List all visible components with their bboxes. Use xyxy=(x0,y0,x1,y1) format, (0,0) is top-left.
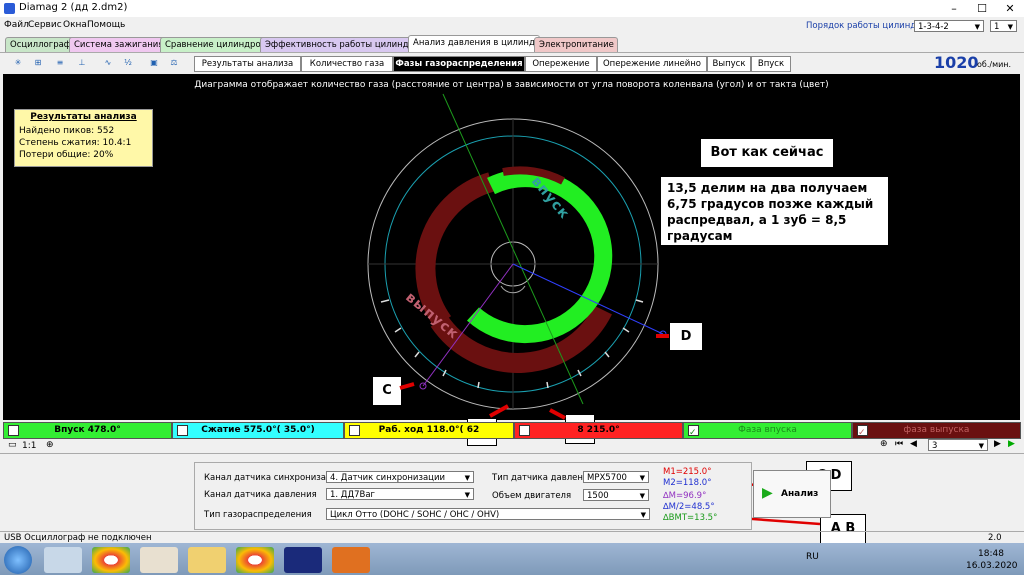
chevron-down-icon: ▼ xyxy=(639,492,645,500)
pressure-channel-label: Канал датчика давления xyxy=(204,490,317,500)
play-icon[interactable]: ▶ xyxy=(1008,439,1015,449)
engine-volume-label: Объем двигателя xyxy=(492,491,572,501)
marker-delta-tdc: ∆ВМТ=13.5° xyxy=(663,513,718,523)
timing-type-label: Тип газораспределения xyxy=(204,510,312,520)
status-version: 2.0 xyxy=(988,533,1002,543)
scale-icon[interactable]: ▭ xyxy=(8,440,17,450)
diamag-icon[interactable] xyxy=(284,547,322,573)
calculator-icon[interactable] xyxy=(44,547,82,573)
splitter[interactable] xyxy=(0,453,1024,458)
sync-channel-select[interactable]: 4. Датчик синхронизации ▼ xyxy=(326,471,474,483)
marker-delta-m: ∆M=96.9° xyxy=(663,491,707,501)
phase-exhaust[interactable]: 8 215.0° xyxy=(514,422,683,439)
start-button[interactable] xyxy=(4,546,32,574)
chrome-icon[interactable] xyxy=(92,547,130,573)
analyze-button[interactable]: ▶ Анализ xyxy=(753,470,831,518)
phase-exhaust-valve[interactable]: ✓ фаза выпуска xyxy=(852,422,1021,439)
arrow-c xyxy=(399,382,415,390)
chevron-down-icon: ▼ xyxy=(464,474,470,482)
chevron-down-icon: ▼ xyxy=(978,442,984,450)
sync-channel-label: Канал датчика синхронизации xyxy=(204,473,343,483)
pressure-channel-select[interactable]: 1. ДД7Ваг ▼ xyxy=(326,488,474,500)
marker-m1: M1=215.0° xyxy=(663,467,712,477)
chevron-down-icon: ▼ xyxy=(640,511,646,519)
first-page-icon[interactable]: ⏮ xyxy=(895,439,903,449)
phase-intake-valve[interactable]: ✓ Фаза впуска xyxy=(683,422,852,439)
zoom-icon[interactable]: ⊕ xyxy=(46,440,54,450)
next-page-icon[interactable]: ▶ xyxy=(994,439,1001,449)
chrome-icon-2[interactable] xyxy=(236,547,274,573)
prev-page-icon[interactable]: ◀ xyxy=(910,439,917,449)
play-icon: ▶ xyxy=(762,485,773,501)
analyze-label: Анализ xyxy=(781,489,819,499)
language-indicator[interactable]: RU xyxy=(806,552,819,562)
scale-value: 1:1 xyxy=(22,441,37,451)
viewer-icon[interactable] xyxy=(332,547,370,573)
clock-time: 18:48 xyxy=(978,549,1004,559)
marker-m2: M2=118.0° xyxy=(663,478,712,488)
phase-intake[interactable]: Впуск 478.0° xyxy=(3,422,172,439)
status-text: USB Осциллограф не подключен xyxy=(4,533,152,543)
sensor-type-select[interactable]: MPX5700 ▼ xyxy=(583,471,649,483)
zoom-in-icon[interactable]: ⊕ xyxy=(880,439,888,449)
clock-date: 16.03.2020 xyxy=(966,561,1018,571)
page-select[interactable]: 3 ▼ xyxy=(928,439,988,451)
sensor-type-label: Тип датчика давления xyxy=(492,473,594,483)
marker-delta-m-half: ∆M/2=48.5° xyxy=(663,502,715,512)
engine-volume-select[interactable]: 1500 ▼ xyxy=(583,489,649,501)
timing-type-select[interactable]: Цикл Отто (DOHC / SOHC / OHC / OHV) ▼ xyxy=(326,508,650,520)
arrow-a xyxy=(489,404,509,418)
explorer-icon[interactable] xyxy=(188,547,226,573)
phase-power-stroke[interactable]: Раб. ход 118.0°( 62 xyxy=(344,422,514,439)
arrow-b xyxy=(549,408,566,420)
chevron-down-icon: ▼ xyxy=(464,491,470,499)
phase-compression[interactable]: Сжатие 575.0°( 35.0°) xyxy=(172,422,344,439)
sketch-icon[interactable] xyxy=(140,547,178,573)
chevron-down-icon: ▼ xyxy=(639,474,645,482)
